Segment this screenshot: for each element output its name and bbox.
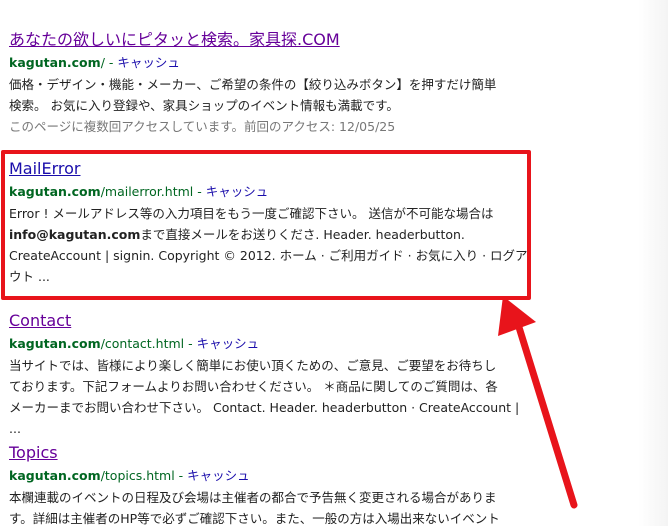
result-title-link[interactable]: MailError [9, 159, 529, 179]
snippet-line: Error ! メールアドレス等の入力項目をもう一度ご確認下さい。 送信が不可能… [9, 206, 494, 221]
result-url-row: kagutan.com/topics.html - キャッシュ [9, 467, 529, 485]
result-url-host: kagutan.com [9, 468, 101, 483]
snippet-line: 本欄連載のイベントの日程及び会場は主催者の都合で予告無く変更される場合がありま [9, 490, 497, 505]
snippet-line: メーカーまでお問い合わせ下さい。 Contact. Header. header… [9, 400, 520, 436]
search-result-highlighted: MailError kagutan.com/mailerror.html - キ… [9, 159, 529, 287]
result-url-row: kagutan.com/mailerror.html - キャッシュ [9, 183, 529, 201]
result-url-path: /mailerror.html [100, 184, 194, 199]
url-separator: - [184, 336, 197, 351]
result-snippet: Error ! メールアドレス等の入力項目をもう一度ご確認下さい。 送信が不可能… [9, 203, 529, 287]
search-result: Contact kagutan.com/contact.html - キャッシュ… [9, 311, 529, 439]
url-separator: - [104, 55, 118, 70]
search-result: あなたの欲しいにピタッと検索。家具探.COM kagutan.com/ - キャ… [9, 30, 529, 137]
result-snippet: 当サイトでは、皆様により楽しく簡単にお使い頂くための、ご意見、ご要望をお待ちし … [9, 355, 529, 439]
snippet-text: まで直接メールをお送りくださ. Header. headerbutton. [140, 227, 465, 242]
result-url-path: /contact.html [100, 336, 185, 351]
snippet-line: ウト ... [9, 269, 50, 284]
cache-link[interactable]: キャッシュ [187, 468, 250, 483]
cache-link[interactable]: キャッシュ [197, 336, 260, 351]
result-title-link[interactable]: Contact [9, 311, 529, 331]
snippet-line: 当サイトでは、皆様により楽しく簡単にお使い頂くための、ご意見、ご要望をお待ちし [9, 358, 497, 373]
cache-link[interactable]: キャッシュ [117, 55, 180, 70]
result-snippet: 本欄連載のイベントの日程及び会場は主催者の都合で予告無く変更される場合がありま … [9, 487, 529, 529]
result-title-link[interactable]: あなたの欲しいにピタッと検索。家具探.COM [9, 30, 529, 50]
url-separator: - [193, 184, 206, 199]
result-title-link[interactable]: Topics [9, 443, 529, 463]
result-url-host: kagutan.com [9, 184, 101, 199]
cache-link[interactable]: キャッシュ [206, 184, 269, 199]
result-url-host: kagutan.com [9, 336, 101, 351]
result-url-host: kagutan.com [9, 55, 101, 70]
result-snippet: 価格・デザイン・機能・メーカー、ご希望の条件の【絞り込みボタン】を押すだけ簡単 … [9, 74, 529, 116]
snippet-line: info@kagutan.comまで直接メールをお送りくださ. Header. … [9, 224, 529, 245]
snippet-email-bold: info@kagutan.com [9, 227, 141, 242]
visit-history-note: このページに複数回アクセスしています。前回のアクセス: 12/05/25 [9, 119, 396, 134]
snippet-line: 価格・デザイン・機能・メーカー、ご希望の条件の【絞り込みボタン】を押すだけ簡単 [9, 77, 497, 92]
result-url-row: kagutan.com/contact.html - キャッシュ [9, 335, 529, 353]
result-url-path: /topics.html [100, 468, 175, 483]
scroll-edge [638, 0, 668, 526]
url-separator: - [174, 468, 188, 483]
snippet-line: 検索。 お気に入り登録や、家具ショップのイベント情報も満載です。 [9, 98, 399, 113]
snippet-line: ております。下記フォームよりお問い合わせください。 ＊商品に関してのご質問は、各 [9, 379, 498, 394]
result-url-row: kagutan.com/ - キャッシュ [9, 54, 529, 72]
snippet-line: CreateAccount | signin. Copyright © 2012… [9, 248, 528, 263]
search-result: Topics kagutan.com/topics.html - キャッシュ 本… [9, 443, 529, 529]
